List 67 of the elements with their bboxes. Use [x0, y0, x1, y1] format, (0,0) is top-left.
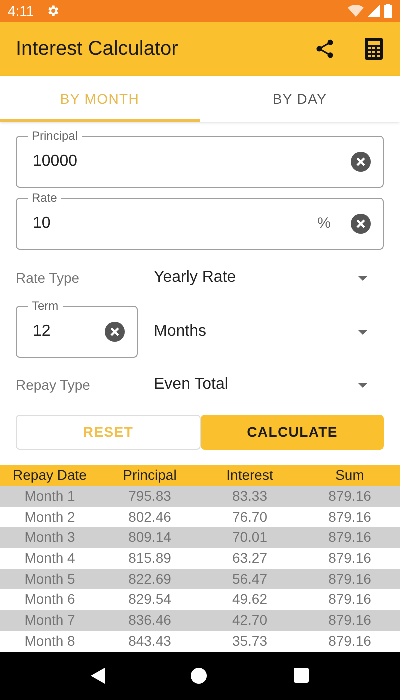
field-label: Term — [28, 299, 63, 313]
field-value: 10 — [33, 214, 52, 234]
table-cell-text: 63.27 — [231, 548, 269, 568]
repay-type-dropdown[interactable]: Even Total — [154, 373, 384, 397]
table-cell-text: 42.70 — [231, 610, 269, 630]
table-cell-text: 879.16 — [328, 590, 372, 610]
share-icon[interactable] — [314, 38, 336, 60]
table-cell-text: 879.16 — [328, 610, 372, 630]
calculate-button[interactable]: CALCULATE — [201, 415, 384, 450]
field-value: 12 — [33, 322, 52, 342]
caret-icon — [358, 276, 368, 280]
table-cell-text: 843.43 — [128, 632, 172, 651]
table-cell-text: 879.16 — [328, 570, 372, 589]
rate-type-dropdown[interactable]: Yearly Rate — [154, 266, 384, 290]
table-cell-text: Month 1 — [24, 486, 76, 506]
table-cell-text: 83.33 — [231, 486, 269, 506]
table-cell-text: 879.16 — [328, 548, 372, 568]
caret-icon — [358, 330, 368, 334]
table-cell-text: Month 2 — [24, 508, 76, 527]
table-cell-text: 56.47 — [231, 570, 269, 589]
status-time: 4:11 — [8, 2, 34, 20]
wifi-icon — [348, 4, 364, 18]
column-header: Sum — [334, 466, 366, 485]
percent-suffix: % — [318, 214, 331, 234]
home-icon[interactable] — [191, 668, 208, 684]
rate-type-label: Rate Type — [16, 268, 81, 288]
table-cell-text: 809.14 — [128, 528, 172, 548]
repay-type-label: Repay Type — [16, 376, 92, 395]
table-cell-text: 822.69 — [128, 570, 172, 589]
table-cell-text: 879.16 — [328, 486, 372, 506]
table-cell-text: Month 5 — [24, 570, 76, 589]
table-cell-text: Month 8 — [24, 632, 76, 651]
app-title: Interest Calculator — [16, 37, 180, 62]
calculator-icon[interactable] — [364, 38, 384, 60]
tab[interactable]: BY DAY — [200, 76, 400, 122]
clear-icon[interactable] — [105, 322, 125, 342]
recents-icon[interactable] — [294, 668, 309, 684]
field-label: Principal — [28, 129, 82, 143]
table-cell-text: 879.16 — [328, 528, 372, 548]
table-cell-text: 49.62 — [231, 590, 269, 610]
table-cell-text: 829.54 — [128, 590, 172, 610]
clear-icon[interactable] — [351, 152, 371, 172]
caret-icon — [358, 382, 368, 388]
table-cell-text: 815.89 — [128, 548, 172, 568]
table-cell-text: Month 3 — [24, 528, 76, 548]
table-cell-text: 802.46 — [128, 508, 172, 527]
table-cell-text: 70.01 — [231, 528, 269, 548]
table-cell-text: 879.16 — [328, 632, 372, 651]
field-value: 10000 — [33, 152, 78, 172]
signal-icon — [368, 5, 380, 17]
field-label: Rate — [28, 191, 62, 205]
table-cell-text: Month 6 — [24, 590, 76, 610]
table-cell-text: 76.70 — [231, 508, 269, 527]
column-header: Principal — [122, 466, 178, 485]
table-cell-text: Month 7 — [24, 610, 76, 630]
gear-icon — [46, 4, 60, 18]
term-unit-dropdown[interactable]: Months — [154, 320, 384, 344]
table-cell-text: 35.73 — [231, 632, 269, 651]
back-icon[interactable] — [91, 668, 106, 684]
table-cell-text: 795.83 — [128, 486, 172, 506]
clear-icon[interactable] — [351, 214, 371, 234]
table-cell-text: Month 4 — [24, 548, 76, 568]
battery-icon — [384, 4, 392, 18]
column-header: Repay Date — [12, 466, 88, 485]
table-cell-text: 879.16 — [328, 508, 372, 527]
table-cell-text: 836.46 — [128, 610, 172, 630]
column-header: Interest — [226, 466, 274, 485]
